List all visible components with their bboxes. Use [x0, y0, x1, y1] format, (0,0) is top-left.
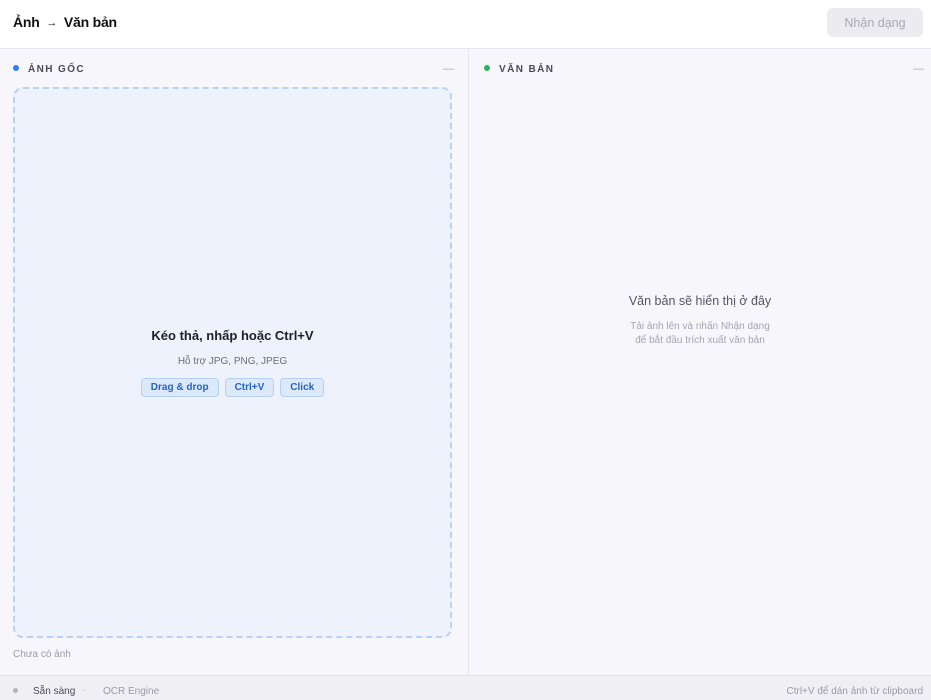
text-panel-heading: VĂN BẢN: [484, 64, 554, 78]
status-bar: Sẵn sàng · OCR Engine Ctrl+V để dán ảnh …: [0, 675, 931, 700]
image-dropzone[interactable]: Kéo thả, nhấp hoặc Ctrl+V Hỗ trợ JPG, PN…: [13, 87, 452, 638]
empty-state-hint-line: Tải ảnh lên và nhấn Nhận dạng: [630, 321, 770, 332]
empty-state-hint: Tải ảnh lên và nhấn Nhận dạng để bắt đầu…: [469, 320, 931, 348]
status-engine: OCR Engine: [103, 686, 160, 697]
chip-ctrl-v: Ctrl+V: [224, 378, 275, 397]
status-dot-icon: [484, 65, 490, 71]
image-status-text: Chưa có ảnh: [13, 649, 71, 660]
dropzone-supported-formats: Hỗ trợ JPG, PNG, JPEG: [177, 356, 288, 367]
collapse-icon[interactable]: —: [443, 63, 454, 75]
app-title-target: Văn bản: [63, 14, 117, 30]
recognize-button[interactable]: Nhận dạng: [827, 8, 923, 37]
source-image-panel: ẢNH GỐC — Kéo thả, nhấp hoặc Ctrl+V Hỗ t…: [0, 49, 468, 675]
status-dot-icon: [13, 65, 19, 71]
arrow-right-icon: →: [46, 17, 58, 29]
app-title-source: Ảnh: [13, 14, 40, 30]
dropzone-chips: Drag & drop Ctrl+V Click: [15, 378, 450, 397]
empty-state-title: Văn bản sẽ hiển thị ở đây: [628, 294, 772, 308]
text-output-panel: VĂN BẢN — Văn bản sẽ hiển thị ở đây Tải …: [469, 49, 931, 675]
dropzone-title: Kéo thả, nhấp hoặc Ctrl+V: [151, 328, 314, 343]
collapse-icon[interactable]: —: [913, 63, 924, 75]
source-panel-title: ẢNH GỐC: [28, 64, 86, 75]
status-separator: ·: [83, 685, 87, 696]
source-panel-heading: ẢNH GỐC: [13, 64, 85, 78]
chip-click: Click: [280, 378, 325, 397]
empty-state-hint-line: để bắt đầu trích xuất văn bản: [635, 335, 765, 346]
text-panel-title: VĂN BẢN: [499, 64, 555, 75]
status-indicator-icon: [13, 688, 18, 693]
app-title: Ảnh → Văn bản: [13, 14, 117, 30]
paste-hint: Ctrl+V để dán ảnh từ clipboard: [786, 686, 924, 697]
status-state: Sẵn sàng: [33, 686, 76, 697]
app-header: Ảnh → Văn bản Nhận dạng: [0, 0, 931, 49]
chip-drag-drop: Drag & drop: [140, 378, 219, 397]
